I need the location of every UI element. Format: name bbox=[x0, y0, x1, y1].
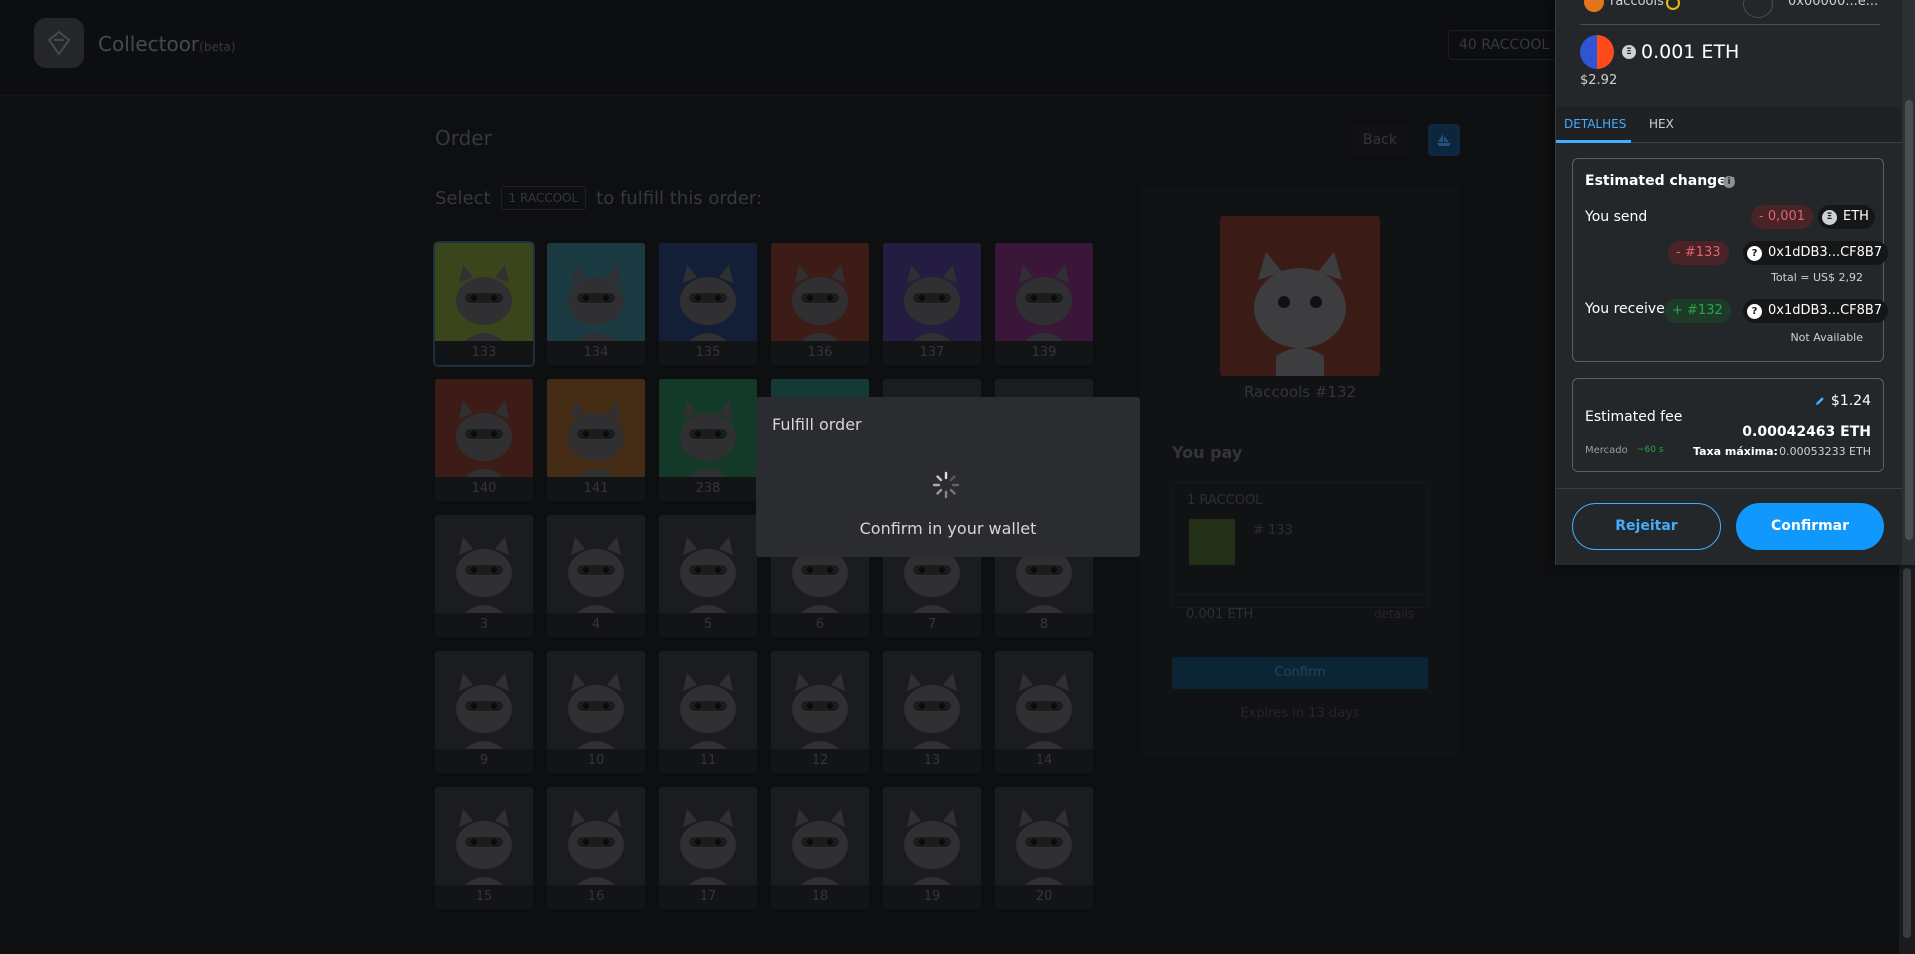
arrow-right-icon bbox=[1743, 0, 1773, 18]
max-fee-label: Taxa máxima: bbox=[1693, 445, 1778, 458]
fee-usd-row[interactable]: $1.24 bbox=[1814, 393, 1871, 409]
divider bbox=[1580, 24, 1880, 25]
edit-pencil-icon bbox=[1815, 397, 1824, 405]
estimated-fee-card: Estimated fee $1.24 0.00042463 ETH Merca… bbox=[1572, 378, 1884, 472]
you-receive-label: You receive bbox=[1585, 301, 1665, 317]
recipient-address[interactable]: 0x00000...e... bbox=[1788, 0, 1878, 9]
app-root: Collectoor(beta) 40 RACCOOL Order Back S… bbox=[0, 0, 1915, 954]
fee-eth: 0.00042463 ETH bbox=[1742, 424, 1871, 440]
send-nft-delta: - #133 bbox=[1668, 241, 1729, 265]
send-nft-asset-label: 0x1dDB3...CF8B7 bbox=[1768, 245, 1883, 260]
info-icon[interactable]: i bbox=[1723, 176, 1735, 188]
you-send-label: You send bbox=[1585, 209, 1648, 225]
wallet-account-row: raccools 0x00000...e... bbox=[1580, 0, 1880, 26]
modal-title: Fulfill order bbox=[772, 415, 862, 434]
tab-detalhes[interactable]: DETALHES bbox=[1564, 117, 1626, 131]
tx-usd-amount: $2.92 bbox=[1580, 73, 1618, 88]
wallet-popup: raccools 0x00000...e... Ξ 0.001 ETH $2.9… bbox=[1555, 0, 1915, 565]
fulfill-order-modal: Fulfill order Confirm in your wallet bbox=[756, 397, 1140, 557]
page-scrollbar-thumb[interactable] bbox=[1903, 568, 1911, 938]
tab-hex[interactable]: HEX bbox=[1649, 117, 1674, 131]
estimated-changes-card: Estimated changes i You send - 0,001 Ξ E… bbox=[1572, 158, 1889, 362]
wallet-tabs: DETALHES HEX bbox=[1556, 107, 1915, 143]
reject-button[interactable]: Rejeitar bbox=[1572, 503, 1721, 550]
tx-amount: 0.001 ETH bbox=[1641, 41, 1740, 63]
send-eth-delta: - 0,001 bbox=[1751, 205, 1814, 229]
send-eth-asset[interactable]: Ξ ETH bbox=[1818, 205, 1875, 229]
active-tab-indicator bbox=[1556, 140, 1631, 143]
receive-nft-asset-label: 0x1dDB3...CF8B7 bbox=[1768, 303, 1883, 318]
send-nft-asset[interactable]: ? 0x1dDB3...CF8B7 bbox=[1743, 241, 1889, 265]
unknown-token-icon: ? bbox=[1747, 303, 1762, 319]
eth-coin-icon: Ξ bbox=[1822, 209, 1837, 225]
modal-message: Confirm in your wallet bbox=[859, 519, 1037, 538]
wallet-scrollbar-thumb[interactable] bbox=[1905, 100, 1913, 540]
confirm-wallet-button[interactable]: Confirmar bbox=[1736, 503, 1884, 550]
receive-nft-delta: + #132 bbox=[1664, 299, 1731, 323]
divider bbox=[1556, 488, 1915, 489]
send-total: Total = US$ 2,92 bbox=[1771, 271, 1863, 284]
account-avatar bbox=[1584, 0, 1604, 12]
account-name[interactable]: raccools bbox=[1610, 0, 1664, 9]
market-time: ~60 s bbox=[1637, 445, 1664, 455]
max-fee-value: 0.00053233 ETH bbox=[1779, 445, 1871, 458]
estimated-fee-label: Estimated fee bbox=[1585, 409, 1683, 425]
loading-spinner-icon bbox=[932, 471, 960, 499]
fee-usd: $1.24 bbox=[1830, 393, 1871, 409]
receive-note: Not Available bbox=[1790, 331, 1863, 344]
estimated-changes-title: Estimated changes bbox=[1585, 173, 1736, 189]
receive-nft-asset[interactable]: ? 0x1dDB3...CF8B7 bbox=[1743, 299, 1889, 323]
tx-amount-row: Ξ 0.001 ETH bbox=[1580, 34, 1739, 70]
send-eth-asset-label: ETH bbox=[1843, 209, 1869, 224]
eth-coin-icon: Ξ bbox=[1622, 45, 1636, 59]
unknown-token-icon: ? bbox=[1747, 245, 1762, 261]
warning-icon[interactable] bbox=[1666, 0, 1680, 10]
wallet-scrollbar[interactable] bbox=[1902, 0, 1915, 565]
origin-avatar bbox=[1580, 35, 1614, 69]
market-label: Mercado bbox=[1585, 445, 1628, 456]
